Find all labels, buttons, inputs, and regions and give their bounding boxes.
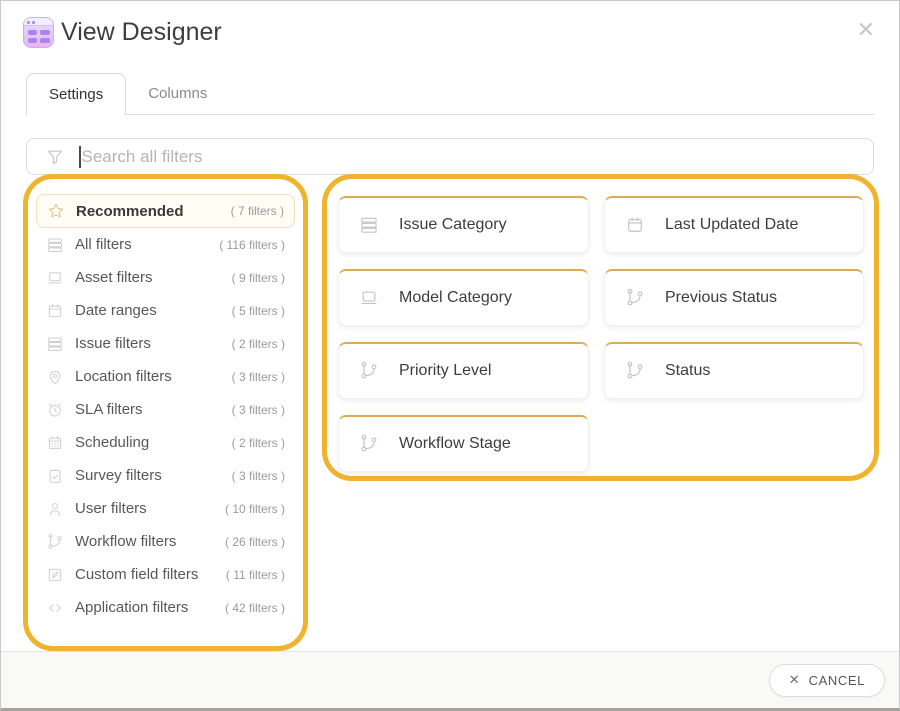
app-icon-block <box>40 30 50 35</box>
sidebar-item-label: Recommended <box>76 203 231 220</box>
workflow-branch-icon <box>359 434 379 454</box>
funnel-icon <box>45 147 65 167</box>
sidebar-item-count: ( 26 filters ) <box>225 535 285 549</box>
sidebar-item-count: ( 9 filters ) <box>232 271 285 285</box>
sidebar-item-asset-filters[interactable]: Asset filters ( 9 filters ) <box>36 261 295 294</box>
sidebar-highlight-annotation: Recommended ( 7 filters ) All filters ( … <box>23 174 308 651</box>
sidebar-item-label: Custom field filters <box>75 566 226 583</box>
sidebar-item-count: ( 3 filters ) <box>232 469 285 483</box>
laptop-icon <box>359 288 379 308</box>
search-input[interactable] <box>82 147 862 167</box>
sidebar-item-count: ( 2 filters ) <box>232 337 285 351</box>
app-icon-block <box>40 38 50 43</box>
sidebar-item-location-filters[interactable]: Location filters ( 3 filters ) <box>36 360 295 393</box>
pencil-square-icon <box>46 566 64 584</box>
filter-card-label: Last Updated Date <box>665 216 798 234</box>
workflow-branch-icon <box>46 533 64 551</box>
text-cursor <box>79 146 81 168</box>
sidebar-item-application-filters[interactable]: Application filters ( 42 filters ) <box>36 591 295 624</box>
sidebar-item-label: Asset filters <box>75 269 232 286</box>
dialog-footer: ✕ CANCEL <box>1 651 899 708</box>
map-pin-icon <box>46 368 64 386</box>
sidebar-item-label: Date ranges <box>75 302 232 319</box>
app-icon-dot <box>27 21 30 24</box>
calendar-icon <box>625 215 645 235</box>
filter-card-issue-category[interactable]: Issue Category <box>338 196 589 253</box>
cancel-x-icon: ✕ <box>789 672 800 688</box>
stacked-rows-icon <box>46 236 64 254</box>
sidebar-item-label: Workflow filters <box>75 533 225 550</box>
calendar-icon <box>46 302 64 320</box>
alarm-clock-icon <box>46 401 64 419</box>
sidebar-item-count: ( 2 filters ) <box>232 436 285 450</box>
sidebar-item-count: ( 3 filters ) <box>232 370 285 384</box>
recommended-filters-highlight-annotation: Issue Category Last Updated Date Model C… <box>322 174 879 481</box>
tab-columns-label: Columns <box>148 85 207 102</box>
search-bar <box>26 138 874 175</box>
tab-bar: Settings Columns <box>26 73 874 115</box>
filter-card-priority-level[interactable]: Priority Level <box>338 342 589 399</box>
sidebar-item-count: ( 116 filters ) <box>219 238 285 252</box>
filter-card-grid: Issue Category Last Updated Date Model C… <box>338 196 874 472</box>
cancel-button[interactable]: ✕ CANCEL <box>769 664 885 697</box>
sidebar-item-scheduling[interactable]: Scheduling ( 2 filters ) <box>36 426 295 459</box>
sidebar-item-count: ( 11 filters ) <box>226 568 285 582</box>
tab-columns[interactable]: Columns <box>126 73 229 114</box>
tab-settings[interactable]: Settings <box>26 73 126 115</box>
app-icon-block <box>28 38 37 43</box>
workflow-branch-icon <box>359 361 379 381</box>
sidebar-item-count: ( 5 filters ) <box>232 304 285 318</box>
sidebar-item-user-filters[interactable]: User filters ( 10 filters ) <box>36 492 295 525</box>
sidebar-item-count: ( 7 filters ) <box>231 204 284 218</box>
close-icon[interactable]: ✕ <box>857 19 875 41</box>
sidebar-item-workflow-filters[interactable]: Workflow filters ( 26 filters ) <box>36 525 295 558</box>
view-designer-dialog: View Designer ✕ Settings Columns Recomme… <box>0 0 900 711</box>
sidebar-item-issue-filters[interactable]: Issue filters ( 2 filters ) <box>36 327 295 360</box>
stacked-rows-icon <box>46 335 64 353</box>
filter-card-label: Workflow Stage <box>399 435 511 453</box>
app-icon-block <box>28 30 37 35</box>
sidebar-item-recommended[interactable]: Recommended ( 7 filters ) <box>36 194 295 228</box>
sidebar-item-all-filters[interactable]: All filters ( 116 filters ) <box>36 228 295 261</box>
sidebar-item-count: ( 10 filters ) <box>225 502 285 516</box>
star-icon <box>47 202 65 220</box>
sidebar-item-survey-filters[interactable]: Survey filters ( 3 filters ) <box>36 459 295 492</box>
tab-settings-label: Settings <box>49 86 103 103</box>
sidebar-item-label: All filters <box>75 236 219 253</box>
clipboard-check-icon <box>46 467 64 485</box>
sidebar-item-sla-filters[interactable]: SLA filters ( 3 filters ) <box>36 393 295 426</box>
sidebar-item-label: Survey filters <box>75 467 232 484</box>
code-icon <box>46 599 64 617</box>
filter-card-last-updated-date[interactable]: Last Updated Date <box>604 196 864 253</box>
sidebar-item-date-ranges[interactable]: Date ranges ( 5 filters ) <box>36 294 295 327</box>
filter-card-model-category[interactable]: Model Category <box>338 269 589 326</box>
sidebar-item-custom-field-filters[interactable]: Custom field filters ( 11 filters ) <box>36 558 295 591</box>
workflow-branch-icon <box>625 361 645 381</box>
cancel-button-label: CANCEL <box>809 673 865 688</box>
app-icon-dot <box>32 21 35 24</box>
sidebar-item-label: User filters <box>75 500 225 517</box>
filter-card-label: Previous Status <box>665 289 777 307</box>
filter-card-label: Priority Level <box>399 362 491 380</box>
user-icon <box>46 500 64 518</box>
sidebar-item-count: ( 3 filters ) <box>232 403 285 417</box>
view-designer-app-icon <box>23 17 54 48</box>
dialog-title: View Designer <box>61 18 222 47</box>
sidebar-item-label: Application filters <box>75 599 225 616</box>
laptop-icon <box>46 269 64 287</box>
sidebar-item-label: Scheduling <box>75 434 232 451</box>
filter-card-workflow-stage[interactable]: Workflow Stage <box>338 415 589 472</box>
sidebar-item-label: SLA filters <box>75 401 232 418</box>
stacked-rows-icon <box>359 215 379 235</box>
workflow-branch-icon <box>625 288 645 308</box>
filter-card-label: Issue Category <box>399 216 507 234</box>
filter-card-status[interactable]: Status <box>604 342 864 399</box>
sidebar-item-count: ( 42 filters ) <box>225 601 285 615</box>
calendar-dots-icon <box>46 434 64 452</box>
filter-card-label: Model Category <box>399 289 512 307</box>
sidebar-item-label: Issue filters <box>75 335 232 352</box>
filter-card-previous-status[interactable]: Previous Status <box>604 269 864 326</box>
filter-card-label: Status <box>665 362 710 380</box>
sidebar-item-label: Location filters <box>75 368 232 385</box>
